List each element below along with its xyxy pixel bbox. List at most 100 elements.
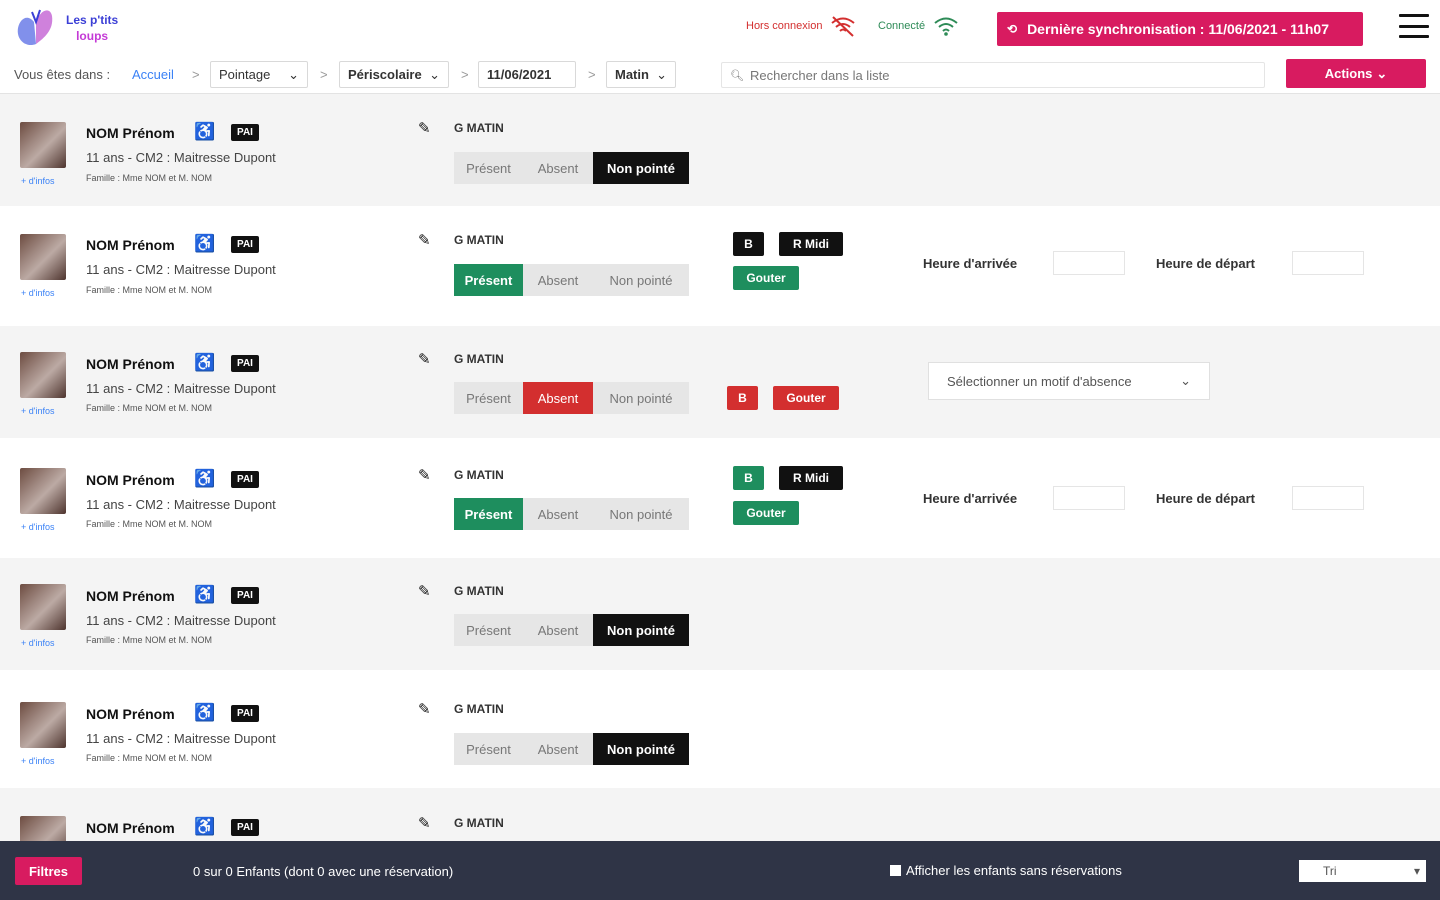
child-name: NOM Prénom (86, 237, 175, 253)
child-family: Famille : Mme NOM et M. NOM (86, 403, 213, 413)
filters-button[interactable]: Filtres (15, 857, 82, 885)
not-checked-button[interactable]: Non pointé (593, 733, 689, 765)
children-count: 0 sur 0 Enfants (dont 0 avec une réserva… (193, 864, 454, 879)
attendance-toggle: Présent Absent Non pointé (454, 264, 689, 296)
sort-select[interactable]: Tri ▾ (1299, 860, 1426, 882)
breadcrumb-separator: > (461, 67, 469, 82)
breadcrumb-home-link[interactable]: Accueil (132, 67, 174, 82)
edit-pencil-icon[interactable]: ✎ (418, 466, 431, 484)
absent-button[interactable]: Absent (523, 614, 593, 646)
departure-time-input[interactable] (1292, 486, 1364, 510)
absent-button[interactable]: Absent (523, 264, 593, 296)
child-family: Famille : Mme NOM et M. NOM (86, 753, 213, 763)
show-without-reservation-checkbox[interactable]: Afficher les enfants sans réservations (890, 863, 1122, 878)
online-status: Connecté (878, 15, 959, 37)
offline-label: Hors connexion (746, 20, 823, 32)
more-info-link[interactable]: + d'infos (21, 522, 55, 532)
pai-badge: PAI (231, 355, 259, 372)
present-button[interactable]: Présent (454, 382, 523, 414)
sync-icon: ⟲ (1007, 22, 1018, 36)
present-button[interactable]: Présent (454, 498, 523, 530)
edit-pencil-icon[interactable]: ✎ (418, 231, 431, 249)
avatar (20, 122, 66, 168)
breadcrumb-prefix: Vous êtes dans : (14, 67, 111, 82)
child-name: NOM Prénom (86, 706, 175, 722)
more-info-link[interactable]: + d'infos (21, 406, 55, 416)
edit-pencil-icon[interactable]: ✎ (418, 700, 431, 718)
departure-time-label: Heure de départ (1156, 256, 1255, 271)
arrival-time-input[interactable] (1053, 251, 1125, 275)
child-row: + d'infos NOM Prénom ♿ PAI 11 ans - CM2 … (0, 438, 1440, 558)
pai-badge: PAI (231, 705, 259, 722)
pai-badge: PAI (231, 819, 259, 836)
reservation-tag: B (733, 232, 764, 256)
not-checked-button[interactable]: Non pointé (593, 382, 689, 414)
edit-pencil-icon[interactable]: ✎ (418, 814, 431, 832)
module-select-value: Pointage (219, 67, 271, 82)
period-select[interactable]: Matin ⌄ (606, 61, 676, 88)
avatar (20, 702, 66, 748)
butterfly-logo-icon (17, 9, 53, 46)
chevron-down-icon: ⌄ (429, 66, 440, 82)
reservation-tag: B (727, 386, 758, 410)
more-info-link[interactable]: + d'infos (21, 288, 55, 298)
edit-pencil-icon[interactable]: ✎ (418, 582, 431, 600)
module-select[interactable]: Pointage ⌄ (210, 61, 308, 88)
child-family: Famille : Mme NOM et M. NOM (86, 285, 213, 295)
sync-label: Dernière synchronisation : 11/06/2021 - … (1027, 21, 1329, 37)
child-family: Famille : Mme NOM et M. NOM (86, 635, 213, 645)
reservation-tag: Gouter (733, 266, 799, 290)
absent-button[interactable]: Absent (523, 382, 593, 414)
child-row: + d'infos NOM Prénom ♿ PAI 11 ans - CM2 … (0, 94, 1440, 206)
pai-badge: PAI (231, 236, 259, 253)
departure-time-input[interactable] (1292, 251, 1364, 275)
hamburger-menu-icon[interactable] (1399, 14, 1429, 38)
child-details: 11 ans - CM2 : Maitresse Dupont (86, 150, 276, 165)
not-checked-button[interactable]: Non pointé (593, 614, 689, 646)
checkbox-icon[interactable] (890, 865, 901, 876)
group-label: G MATIN (454, 121, 504, 135)
app-logo[interactable]: Les p'tits loups (14, 4, 144, 52)
pai-badge: PAI (231, 471, 259, 488)
children-list: + d'infos NOM Prénom ♿ PAI 11 ans - CM2 … (0, 94, 1440, 841)
wheelchair-icon: ♿ (194, 703, 216, 722)
absent-button[interactable]: Absent (523, 733, 593, 765)
absence-reason-placeholder: Sélectionner un motif d'absence (947, 373, 1132, 389)
sync-button[interactable]: ⟲ Dernière synchronisation : 11/06/2021 … (997, 12, 1363, 46)
present-button[interactable]: Présent (454, 152, 523, 184)
activity-select[interactable]: Périscolaire ⌄ (339, 61, 449, 88)
absent-button[interactable]: Absent (523, 152, 593, 184)
not-checked-button[interactable]: Non pointé (593, 264, 689, 296)
child-row: NOM Prénom ♿ PAI ✎ G MATIN (0, 788, 1440, 841)
breadcrumb-separator: > (320, 67, 328, 82)
avatar (20, 468, 66, 514)
present-button[interactable]: Présent (454, 614, 523, 646)
child-details: 11 ans - CM2 : Maitresse Dupont (86, 381, 276, 396)
group-label: G MATIN (454, 816, 504, 830)
not-checked-button[interactable]: Non pointé (593, 152, 689, 184)
absence-reason-select[interactable]: Sélectionner un motif d'absence ⌄ (928, 362, 1210, 400)
wifi-off-icon (831, 16, 856, 37)
search-input[interactable]: 🔍︎ Rechercher dans la liste (721, 62, 1265, 88)
reservation-tag: Gouter (773, 386, 839, 410)
more-info-link[interactable]: + d'infos (21, 176, 55, 186)
actions-button[interactable]: Actions ⌄ (1286, 59, 1426, 88)
present-button[interactable]: Présent (454, 733, 523, 765)
child-name: NOM Prénom (86, 820, 175, 836)
group-label: G MATIN (454, 468, 504, 482)
departure-time-label: Heure de départ (1156, 491, 1255, 506)
actions-label: Actions (1324, 66, 1373, 81)
group-label: G MATIN (454, 233, 504, 247)
absent-button[interactable]: Absent (523, 498, 593, 530)
edit-pencil-icon[interactable]: ✎ (418, 119, 431, 137)
present-button[interactable]: Présent (454, 264, 523, 296)
wheelchair-icon: ♿ (194, 817, 216, 836)
edit-pencil-icon[interactable]: ✎ (418, 350, 431, 368)
arrival-time-input[interactable] (1053, 486, 1125, 510)
not-checked-button[interactable]: Non pointé (593, 498, 689, 530)
offline-status: Hors connexion (746, 15, 856, 37)
avatar (20, 816, 66, 841)
more-info-link[interactable]: + d'infos (21, 756, 55, 766)
more-info-link[interactable]: + d'infos (21, 638, 55, 648)
date-picker[interactable]: 11/06/2021 (478, 61, 576, 88)
